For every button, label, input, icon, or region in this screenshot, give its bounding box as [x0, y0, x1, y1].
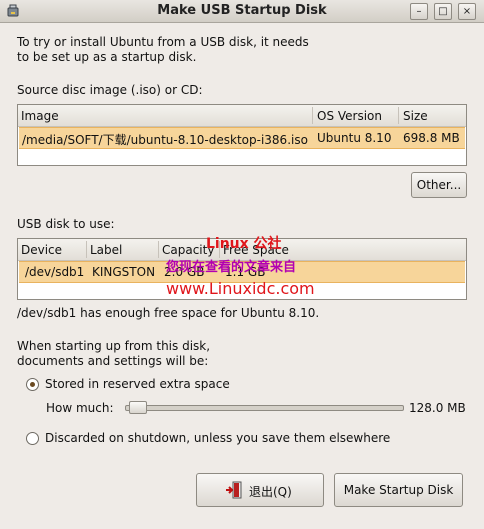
exit-icon — [226, 481, 242, 499]
minimize-button[interactable]: – — [410, 3, 428, 20]
row-image-path: /media/SOFT/下载/ubuntu-8.10-desktop-i386.… — [22, 133, 308, 147]
persistence-size-slider[interactable] — [125, 405, 404, 411]
column-header-size[interactable]: Size — [403, 109, 428, 123]
close-button[interactable]: × — [458, 3, 476, 20]
column-header-label[interactable]: Label — [90, 243, 122, 257]
row-size: 698.8 MB — [403, 131, 460, 145]
usb-label: USB disk to use: — [17, 217, 115, 231]
intro-line-1: To try or install Ubuntu from a USB disk… — [17, 35, 309, 49]
radio-selected-dot — [30, 382, 35, 387]
row-label: KINGSTON — [92, 265, 156, 279]
row-os-version: Ubuntu 8.10 — [317, 131, 392, 145]
intro-line-2: to be set up as a startup disk. — [17, 50, 197, 64]
how-much-label: How much: — [46, 401, 114, 415]
stored-option-label[interactable]: Stored in reserved extra space — [45, 377, 230, 391]
make-startup-disk-button[interactable]: Make Startup Disk — [334, 473, 463, 507]
source-list-header: Image OS Version Size — [18, 105, 466, 127]
stored-radio[interactable] — [26, 378, 39, 391]
title-bar[interactable]: Make USB Startup Disk – □ × — [0, 0, 484, 23]
persistence-intro: When starting up from this disk, documen… — [17, 339, 210, 369]
maximize-button[interactable]: □ — [434, 3, 452, 20]
row-device: /dev/sdb1 — [25, 265, 85, 279]
column-header-os-version[interactable]: OS Version — [317, 109, 382, 123]
column-header-device[interactable]: Device — [21, 243, 62, 257]
slider-handle[interactable] — [129, 401, 148, 414]
discarded-radio[interactable] — [26, 432, 39, 445]
other-button[interactable]: Other... — [411, 172, 467, 198]
column-header-image[interactable]: Image — [21, 109, 59, 123]
quit-button-label: 退出(Q) — [249, 485, 292, 499]
watermark-line-2: 您现在查看的文章来自 — [166, 260, 297, 275]
intro-text: To try or install Ubuntu from a USB disk… — [17, 35, 309, 65]
dialog-window: Make USB Startup Disk – □ × To try or in… — [0, 0, 484, 529]
usb-status-text: /dev/sdb1 has enough free space for Ubun… — [17, 306, 320, 320]
persistence-line-2: documents and settings will be: — [17, 354, 209, 368]
discarded-option-label[interactable]: Discarded on shutdown, unless you save t… — [45, 431, 390, 445]
source-label: Source disc image (.iso) or CD: — [17, 83, 203, 97]
table-row[interactable]: /media/SOFT/下载/ubuntu-8.10-desktop-i386.… — [19, 127, 465, 149]
source-image-list[interactable]: Image OS Version Size /media/SOFT/下载/ubu… — [17, 104, 467, 166]
persistence-line-1: When starting up from this disk, — [17, 339, 211, 353]
watermark-line-1: Linux 公社 — [206, 236, 282, 252]
how-much-value: 128.0 MB — [409, 401, 466, 415]
watermark-line-3: www.Linuxidc.com — [166, 279, 315, 298]
quit-button[interactable]: 退出(Q) — [196, 473, 324, 507]
